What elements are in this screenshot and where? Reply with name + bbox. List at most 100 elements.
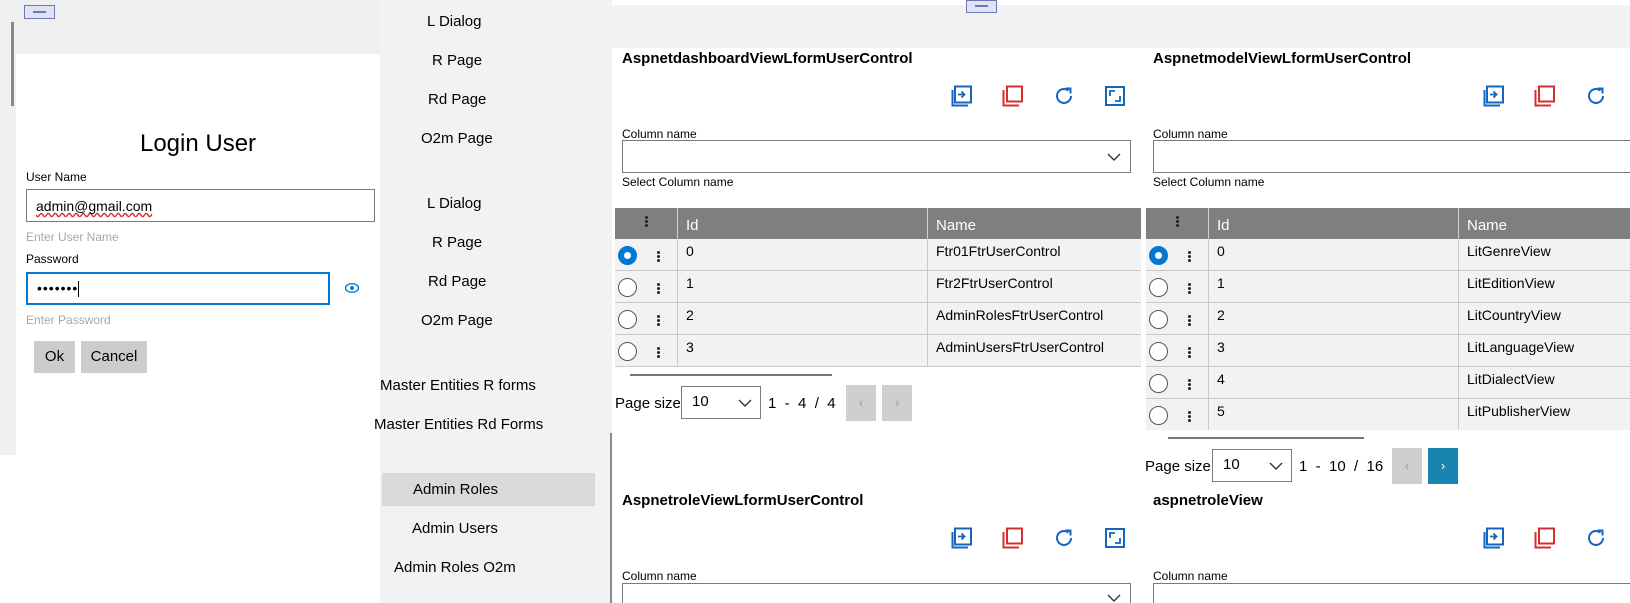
table-row[interactable]: 1 Ftr2FtrUserControl: [615, 271, 1141, 303]
table-row[interactable]: 3 LitLanguageView: [1146, 335, 1630, 367]
cell-id: 0: [678, 239, 928, 270]
username-label: User Name: [26, 170, 87, 184]
row-radio[interactable]: [618, 278, 637, 297]
column-name-combo[interactable]: [622, 140, 1131, 173]
nav-item-admin-roles-o2m[interactable]: Admin Roles O2m: [394, 559, 516, 576]
cell-id: 2: [678, 303, 928, 334]
nav-item-rd-page-2[interactable]: Rd Page: [428, 273, 486, 290]
kebab-icon[interactable]: [1188, 315, 1191, 326]
kebab-icon[interactable]: [1188, 251, 1191, 262]
nav-item-r-page-2[interactable]: R Page: [432, 234, 482, 251]
cell-id: 4: [1209, 367, 1459, 398]
table-row[interactable]: 4 LitDialectView: [1146, 367, 1630, 399]
column-name-combo[interactable]: [1153, 140, 1630, 173]
expand-icon[interactable]: [1104, 527, 1126, 549]
insert-icon[interactable]: [1483, 85, 1505, 107]
prev-page-button[interactable]: ‹: [1392, 448, 1422, 484]
kebab-icon[interactable]: [1188, 411, 1191, 422]
table-row[interactable]: 0 Ftr01FtrUserControl: [615, 239, 1141, 271]
ok-button[interactable]: Ok: [34, 341, 75, 373]
kebab-icon[interactable]: [1188, 347, 1191, 358]
grid-menu-header[interactable]: [615, 208, 678, 239]
pane-splitter[interactable]: [610, 433, 612, 603]
refresh-icon[interactable]: [1053, 85, 1075, 107]
cancel-button[interactable]: Cancel: [81, 341, 147, 373]
kebab-icon[interactable]: [657, 251, 660, 262]
grid-header-id[interactable]: Id: [678, 208, 928, 239]
cell-id: 1: [678, 271, 928, 302]
insert-icon[interactable]: [1483, 527, 1505, 549]
table-row[interactable]: 5 LitPublisherView: [1146, 399, 1630, 430]
kebab-icon[interactable]: [1188, 283, 1191, 294]
column-name-combo[interactable]: [1153, 583, 1630, 603]
nav-item-master-entities-rd-forms[interactable]: Master Entities Rd Forms: [374, 416, 543, 433]
row-radio[interactable]: [618, 310, 637, 329]
pager-total: 16: [1366, 458, 1384, 475]
chevron-down-icon: [1269, 462, 1283, 470]
grid-header: Id Name: [615, 208, 1141, 239]
page-size-select[interactable]: 10: [1212, 449, 1292, 482]
prev-page-button[interactable]: ‹: [846, 385, 876, 421]
nav-item-master-entities-r-forms[interactable]: Master Entities R forms: [380, 377, 536, 394]
copy-icon[interactable]: [1534, 527, 1556, 549]
pager-range: 1 - 10 / 16: [1299, 458, 1384, 475]
next-page-button[interactable]: ›: [882, 385, 912, 421]
copy-icon[interactable]: [1534, 85, 1556, 107]
page-size-value: 10: [1223, 456, 1240, 473]
table-row[interactable]: 0 LitGenreView: [1146, 239, 1630, 271]
kebab-icon[interactable]: [1188, 379, 1191, 390]
hamburger-menu-button-main[interactable]: [966, 0, 997, 13]
cell-id: 1: [1209, 271, 1459, 302]
row-radio[interactable]: [1149, 406, 1168, 425]
table-row[interactable]: 2 LitCountryView: [1146, 303, 1630, 335]
row-radio[interactable]: [1149, 310, 1168, 329]
password-value: •••••••: [37, 280, 79, 296]
nav-item-l-dialog[interactable]: L Dialog: [427, 13, 481, 30]
horizontal-scrollbar[interactable]: [1168, 437, 1364, 439]
nav-item-o2m-page[interactable]: O2m Page: [421, 130, 493, 147]
next-page-button[interactable]: ›: [1428, 448, 1458, 484]
nav-item-rd-page[interactable]: Rd Page: [428, 91, 486, 108]
grid-header-name[interactable]: Name: [928, 208, 1141, 239]
row-radio[interactable]: [1149, 342, 1168, 361]
column-name-hint: Select Column name: [622, 175, 734, 189]
nav-item-l-dialog-2[interactable]: L Dialog: [427, 195, 481, 212]
eye-icon[interactable]: [345, 283, 359, 293]
copy-icon[interactable]: [1002, 527, 1024, 549]
row-radio[interactable]: [1149, 374, 1168, 393]
insert-icon[interactable]: [951, 85, 973, 107]
refresh-icon[interactable]: [1585, 85, 1607, 107]
row-radio[interactable]: [1149, 246, 1168, 265]
grid-header-id[interactable]: Id: [1209, 208, 1459, 239]
grid-menu-header[interactable]: [1146, 208, 1209, 239]
nav-item-r-page[interactable]: R Page: [432, 52, 482, 69]
row-radio[interactable]: [618, 342, 637, 361]
kebab-icon[interactable]: [657, 347, 660, 358]
grid-header-name[interactable]: Name: [1459, 208, 1630, 239]
table-row[interactable]: 3 AdminUsersFtrUserControl: [615, 335, 1141, 367]
cell-name: LitEditionView: [1467, 275, 1555, 291]
cell-id: 0: [1209, 239, 1459, 270]
insert-icon[interactable]: [951, 527, 973, 549]
nav-item-o2m-page-2[interactable]: O2m Page: [421, 312, 493, 329]
pager-from: 1: [768, 395, 777, 412]
vertical-scrollbar[interactable]: [11, 22, 14, 106]
expand-icon[interactable]: [1104, 85, 1126, 107]
row-radio[interactable]: [618, 246, 637, 265]
refresh-icon[interactable]: [1585, 527, 1607, 549]
password-input[interactable]: •••••••: [26, 272, 330, 305]
horizontal-scrollbar[interactable]: [630, 374, 832, 376]
nav-item-admin-roles[interactable]: Admin Roles: [413, 481, 498, 498]
row-radio[interactable]: [1149, 278, 1168, 297]
kebab-icon[interactable]: [657, 283, 660, 294]
hamburger-menu-button[interactable]: [24, 5, 55, 19]
refresh-icon[interactable]: [1053, 527, 1075, 549]
nav-item-admin-users[interactable]: Admin Users: [412, 520, 498, 537]
page-size-select[interactable]: 10: [681, 386, 761, 419]
table-row[interactable]: 1 LitEditionView: [1146, 271, 1630, 303]
kebab-icon[interactable]: [657, 315, 660, 326]
username-input[interactable]: admin@gmail.com: [26, 189, 375, 222]
table-row[interactable]: 2 AdminRolesFtrUserControl: [615, 303, 1141, 335]
column-name-combo[interactable]: [622, 583, 1131, 603]
copy-icon[interactable]: [1002, 85, 1024, 107]
